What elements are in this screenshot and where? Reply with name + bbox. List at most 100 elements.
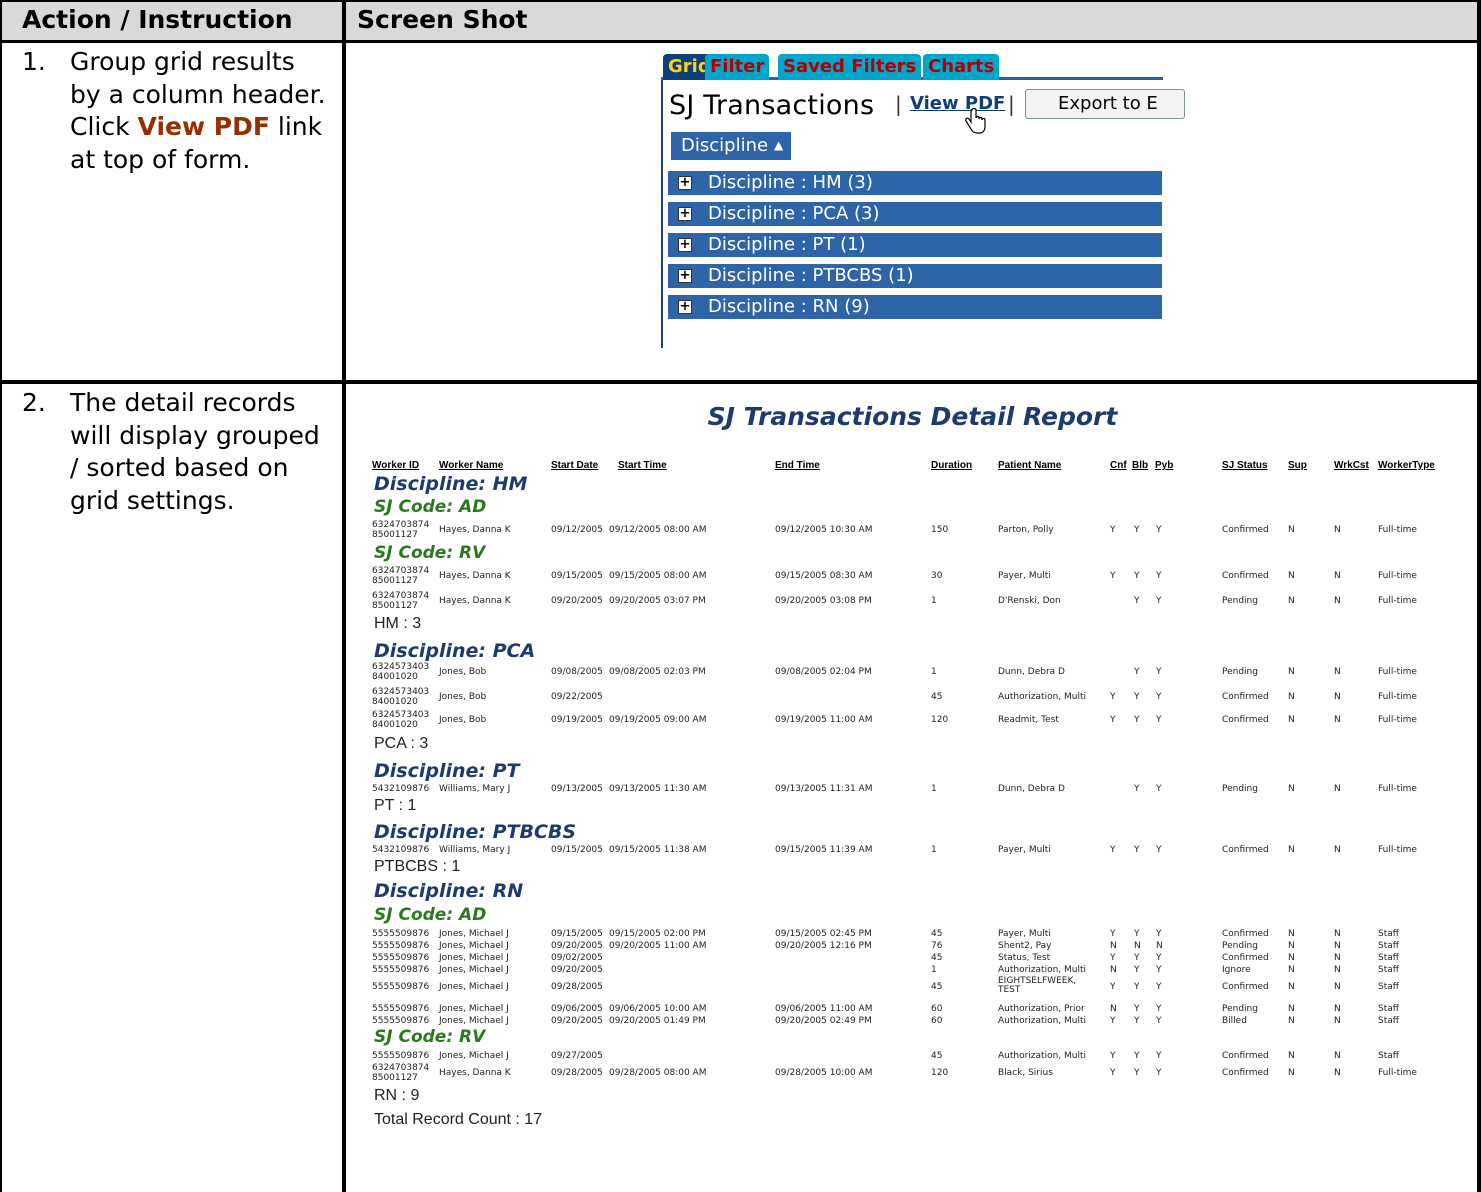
- cell-pyb: Y: [1156, 845, 1162, 855]
- table-row: 5555509876 Jones, Michael J 09/02/2005 45 St…: [0, 953, 1481, 965]
- cell-blb: Y: [1134, 715, 1140, 725]
- header-screenshot: Screen Shot: [345, 0, 1481, 40]
- cell-blb: Y: [1134, 571, 1140, 581]
- cell-blb: Y: [1134, 953, 1140, 963]
- expand-icon[interactable]: +: [678, 176, 692, 190]
- header-bottom-border: [0, 40, 1481, 43]
- cell-sup: N: [1288, 845, 1295, 855]
- worker-id: 5555509876: [372, 1016, 429, 1026]
- cell-wrk: N: [1334, 692, 1341, 702]
- cell-type: Staff: [1378, 929, 1399, 939]
- cell-wrk: N: [1334, 929, 1341, 939]
- cell-sup: N: [1288, 965, 1295, 975]
- cell-stime: 09/20/2005 11:00 AM: [609, 941, 707, 951]
- cell-blb: Y: [1134, 1068, 1140, 1078]
- cell-sup: N: [1288, 715, 1295, 725]
- cell-etime: 09/20/2005 12:16 PM: [775, 941, 872, 951]
- header-action: Action / Instruction: [0, 0, 345, 40]
- cell-stime: 09/12/2005 08:00 AM: [609, 525, 707, 535]
- cell-patient: Shent2, Pay: [998, 941, 1052, 951]
- cell-sdate: 09/20/2005: [551, 965, 603, 975]
- cell-status: Ignore: [1222, 965, 1251, 975]
- cell-status: Pending: [1222, 596, 1258, 606]
- cell-wrk: N: [1334, 1016, 1341, 1026]
- cell-sdate: 09/15/2005: [551, 571, 603, 581]
- cell-name: Jones, Michael J: [439, 1051, 509, 1061]
- worker-id-line: 5432109876: [372, 845, 430, 855]
- cell-name: Hayes, Danna K: [439, 525, 511, 535]
- expand-icon[interactable]: +: [678, 269, 692, 283]
- cell-stime: 09/19/2005 09:00 AM: [609, 715, 707, 725]
- cell-etime: 09/20/2005 02:49 PM: [775, 1016, 872, 1026]
- view-pdf-reference: View PDF: [137, 112, 270, 141]
- table-row: 6324703874 85001127 Hayes, Danna K 09/20/20…: [0, 591, 1481, 611]
- view-pdf-link[interactable]: View PDF: [910, 93, 1005, 114]
- cell-patient: Dunn, Debra D: [998, 667, 1065, 677]
- cell-sup: N: [1288, 667, 1295, 677]
- worker-id-line: 5555509876: [372, 982, 430, 992]
- expand-icon[interactable]: +: [678, 300, 692, 314]
- cell-status: Confirmed: [1222, 929, 1269, 939]
- cell-sdate: 09/22/2005: [551, 692, 603, 702]
- cell-patient: Payer, Multi: [998, 929, 1051, 939]
- cell-wrk: N: [1334, 953, 1341, 963]
- cell-etime: 09/19/2005 11:00 AM: [775, 715, 873, 725]
- cell-pyb: Y: [1156, 571, 1162, 581]
- group-row[interactable]: + Discipline : PCA (3): [668, 202, 1162, 226]
- group-row[interactable]: + Discipline : PT (1): [668, 233, 1162, 257]
- worker-id-line: 85001127: [372, 530, 418, 540]
- group-by-chip[interactable]: Discipline ▲: [671, 132, 791, 160]
- group-row[interactable]: + Discipline : RN (9): [668, 295, 1162, 319]
- cell-pyb: Y: [1156, 596, 1162, 606]
- worker-id-line: 6324573403: [372, 662, 430, 672]
- discipline-heading: Discipline: HM: [374, 473, 528, 495]
- expand-icon[interactable]: +: [678, 207, 692, 221]
- worker-id-line: 5555509876: [372, 941, 430, 951]
- cell-name: Jones, Michael J: [439, 982, 509, 992]
- expand-icon[interactable]: +: [678, 238, 692, 252]
- cell-dur: 120: [931, 1068, 949, 1078]
- cell-wrk: N: [1334, 1068, 1341, 1078]
- sj-code-heading: SJ Code: AD: [374, 497, 487, 517]
- worker-id: 5555509876: [372, 1004, 429, 1014]
- export-button[interactable]: Export to E: [1025, 89, 1185, 119]
- cell-cnf: Y: [1110, 929, 1116, 939]
- cell-status: Pending: [1222, 941, 1258, 951]
- cell-blb: Y: [1134, 596, 1140, 606]
- tab-charts[interactable]: Charts: [923, 54, 1000, 80]
- cell-sdate: 09/19/2005: [551, 715, 603, 725]
- cell-blb: Y: [1134, 1051, 1140, 1061]
- cell-pyb: Y: [1156, 1068, 1162, 1078]
- cell-etime: 09/15/2005 02:45 PM: [775, 929, 872, 939]
- group-row[interactable]: + Discipline : PTBCBS (1): [668, 264, 1162, 288]
- cell-name: Jones, Michael J: [439, 941, 509, 951]
- cell-pyb: Y: [1156, 982, 1162, 992]
- cell-sdate: 09/02/2005: [551, 953, 603, 963]
- cell-pyb: Y: [1156, 965, 1162, 975]
- cell-sdate: 09/28/2005: [551, 982, 603, 992]
- cell-blb: Y: [1134, 982, 1140, 992]
- separator: |: [895, 92, 902, 116]
- cell-dur: 1: [931, 667, 937, 677]
- tab-filter[interactable]: Filter: [705, 54, 770, 80]
- cell-blb: Y: [1134, 525, 1140, 535]
- table-row: 6324573403 84001020 Jones, Bob 09/19/2005 09…: [0, 710, 1481, 730]
- tab-saved-filters[interactable]: Saved Filters: [778, 54, 922, 80]
- cell-sdate: 09/20/2005: [551, 941, 603, 951]
- cell-wrk: N: [1334, 1004, 1341, 1014]
- cell-type: Staff: [1378, 1004, 1399, 1014]
- cell-patient: EIGHTSELFWEEK, TEST: [998, 976, 1077, 995]
- table-row: 5432109876 Williams, Mary J 09/13/2005 09/1…: [0, 784, 1481, 796]
- cell-blb: Y: [1134, 692, 1140, 702]
- sj-code-heading: SJ Code: AD: [374, 905, 487, 925]
- cell-pyb: Y: [1156, 953, 1162, 963]
- column-header: Worker ID: [372, 460, 420, 471]
- hand-cursor-icon: [965, 108, 986, 134]
- cell-sdate: 09/28/2005: [551, 1068, 603, 1078]
- cell-dur: 1: [931, 965, 937, 975]
- cell-cnf: Y: [1110, 571, 1116, 581]
- group-row[interactable]: + Discipline : HM (3): [668, 171, 1162, 195]
- cell-etime: 09/15/2005 11:39 AM: [775, 845, 873, 855]
- cell-pyb: Y: [1156, 715, 1162, 725]
- worker-id-line: 5555509876: [372, 1016, 430, 1026]
